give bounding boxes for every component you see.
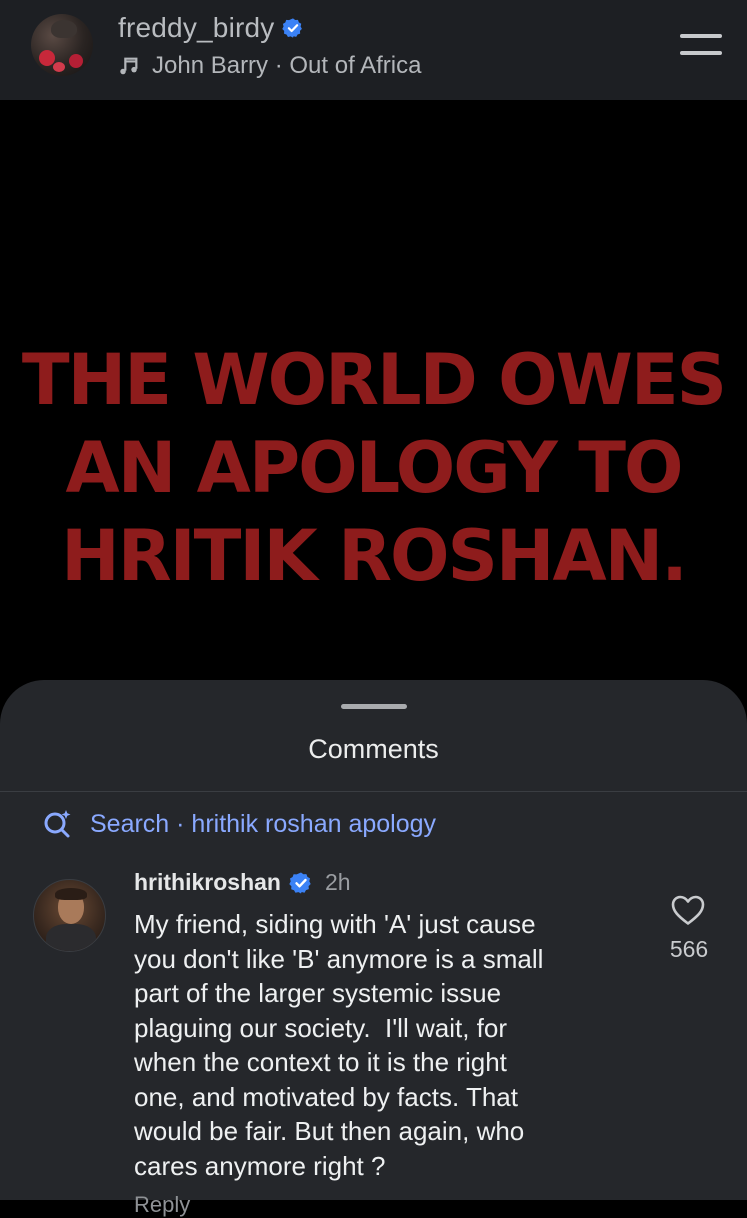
- commenter-username[interactable]: hrithikroshan 2h: [134, 869, 351, 896]
- music-note-icon: [120, 57, 138, 75]
- comment-line: when the context to it is the right: [134, 1047, 507, 1077]
- search-sparkle-icon: [44, 810, 71, 838]
- post-header: freddy_birdy John Barry · Out of Africa: [0, 0, 747, 100]
- comment-line: My friend, siding with 'A' just cause: [134, 909, 536, 939]
- music-text: John Barry · Out of Africa: [152, 52, 422, 79]
- post-author-username[interactable]: freddy_birdy: [118, 12, 304, 44]
- comment-line: part of the larger systemic issue: [134, 978, 502, 1008]
- search-suggestion-text: Search · hrithik roshan apology: [90, 809, 437, 838]
- comments-sheet: Comments Search · hrithik roshan apology…: [0, 680, 747, 1217]
- comment-line: plaguing our society. I'll wait, for: [134, 1012, 507, 1043]
- commenter-username-text: hrithikroshan: [134, 869, 281, 895]
- menu-icon[interactable]: [680, 34, 722, 58]
- commenter-avatar[interactable]: [33, 879, 106, 952]
- headline-line: THE WORLD OWES: [21, 339, 727, 421]
- verified-badge-icon: [282, 18, 303, 38]
- headline-line: HRITIK ROSHAN.: [61, 515, 688, 597]
- music-attribution[interactable]: John Barry · Out of Africa: [118, 52, 421, 80]
- heart-icon[interactable]: [670, 894, 706, 926]
- verified-badge-icon: [289, 872, 311, 893]
- comment-line: one, and motivated by facts. That: [134, 1081, 518, 1112]
- comment-line: cares anymore right ?: [134, 1150, 386, 1181]
- comments-title: Comments: [308, 734, 439, 764]
- headline-line: AN APOLOGY TO: [65, 427, 684, 509]
- like-count: 566: [669, 936, 709, 962]
- post-author-avatar[interactable]: [31, 14, 93, 76]
- comment-timestamp: 2h: [324, 869, 351, 895]
- divider: [0, 791, 747, 792]
- reply-button[interactable]: Reply: [134, 1192, 190, 1218]
- post-image-headline: THE WORLD OWES AN APOLOGY TO HRITIK ROSH…: [0, 336, 747, 600]
- comment-line: would be fair. But then again, who: [134, 1116, 525, 1146]
- post-username-text: freddy_birdy: [118, 12, 275, 43]
- comment-search-suggestion[interactable]: Search · hrithik roshan apology: [42, 808, 436, 840]
- comment-line: you don't like 'B' anymore is a small: [134, 943, 544, 974]
- comment-body: My friend, siding with 'A' just cause yo…: [134, 907, 624, 1183]
- post-image[interactable]: THE WORLD OWES AN APOLOGY TO HRITIK ROSH…: [0, 100, 747, 720]
- sheet-drag-handle[interactable]: [341, 704, 407, 709]
